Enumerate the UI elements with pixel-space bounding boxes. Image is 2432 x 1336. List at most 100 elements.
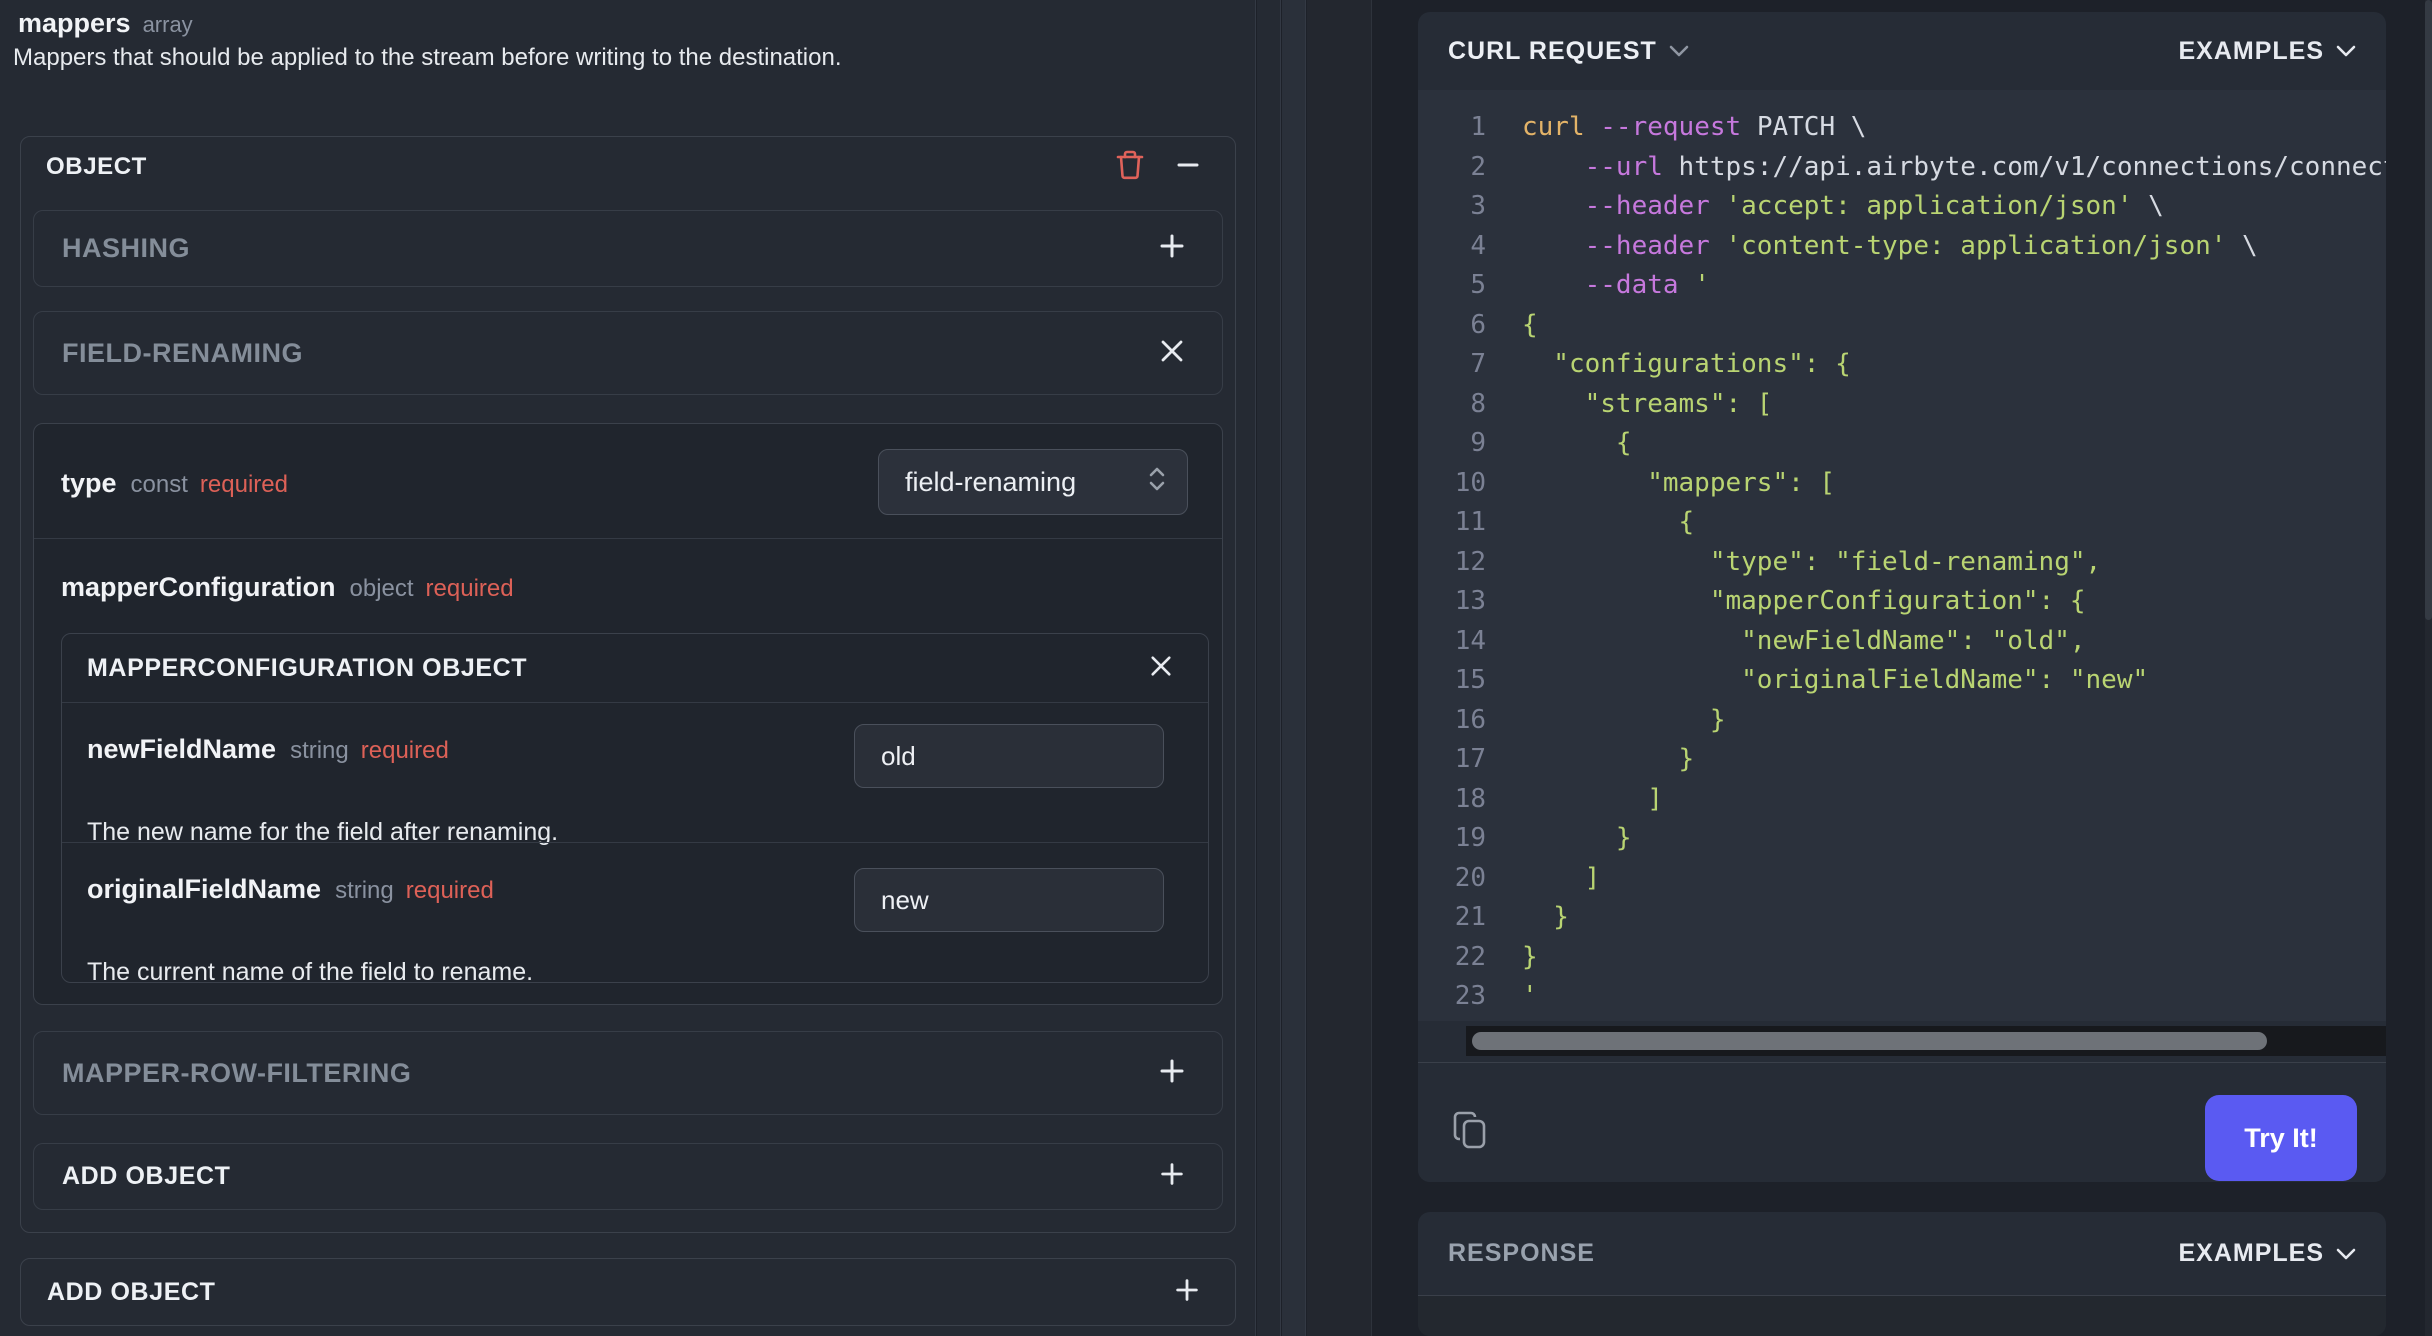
minus-icon (1174, 151, 1202, 184)
left-scroll-gutter (1257, 0, 1281, 1336)
object-header-label: OBJECT (46, 153, 147, 180)
code-line: 9 { (1470, 428, 1632, 458)
add-object-outer-label: ADD OBJECT (47, 1277, 216, 1306)
language-selector[interactable]: CURL REQUEST (1448, 37, 1689, 66)
mapper-configuration-name: mapperConfiguration (61, 572, 336, 602)
api-docs-screen: mappers array Mappers that should be appl… (0, 0, 2432, 1336)
page-scrollbar-thumb[interactable] (2425, 0, 2432, 620)
response-examples-dropdown[interactable]: EXAMPLES (2178, 1239, 2356, 1268)
response-header: RESPONSE EXAMPLES (1418, 1212, 2386, 1295)
property-heading: mappers array (18, 8, 193, 39)
new-field-name-kind: string (290, 737, 349, 764)
request-examples-dropdown[interactable]: EXAMPLES (2178, 37, 2356, 66)
mapper-configuration-required-badge: required (425, 575, 514, 602)
copy-code-button[interactable] (1452, 1109, 1492, 1160)
mapper-configuration-labels: mapperConfiguration object required (61, 572, 514, 603)
plus-icon (1157, 231, 1187, 266)
add-object-inner[interactable]: ADD OBJECT (33, 1143, 1223, 1210)
request-examples-label: EXAMPLES (2178, 36, 2324, 65)
page-scrollbar[interactable] (2425, 0, 2432, 1336)
add-object-inner-label: ADD OBJECT (62, 1162, 231, 1190)
curl-request-header: CURL REQUEST EXAMPLES (1418, 12, 2386, 90)
close-mapper-configuration-button[interactable] (1139, 646, 1183, 690)
left-scrollbar[interactable] (1282, 0, 1306, 1336)
property-name: mappers (18, 8, 131, 38)
chevron-down-icon (2336, 1248, 2356, 1260)
section-mapper-row-filtering[interactable]: MAPPER-ROW-FILTERING (33, 1031, 1223, 1115)
plus-icon (1157, 1056, 1187, 1091)
try-it-button[interactable]: Try It! (2205, 1095, 2357, 1181)
code-line: 18 ] (1454, 783, 1663, 814)
type-row: type const required field-renaming (34, 424, 1222, 538)
code-line: 11 { (1454, 507, 1695, 537)
code-line: 2 --url https://api.airbyte.com/v1/conne… (1470, 151, 2386, 182)
code-line: 22} (1454, 941, 1538, 972)
curl-code-block[interactable]: 1 curl --request PATCH \ 2 --url https://a… (1418, 90, 2386, 1021)
section-field-renaming-header[interactable]: FIELD-RENAMING (33, 311, 1223, 395)
section-hashing[interactable]: HASHING (33, 210, 1223, 287)
section-mapper-row-filtering-label: MAPPER-ROW-FILTERING (62, 1057, 412, 1088)
type-select-value: field-renaming (905, 466, 1077, 497)
select-arrows-icon (1147, 464, 1167, 501)
type-required-badge: required (199, 471, 288, 498)
code-line: 5 --data ' (1470, 270, 1710, 300)
add-object-inner-button[interactable] (1150, 1155, 1194, 1199)
close-field-renaming-button[interactable] (1150, 331, 1194, 375)
new-field-name-input[interactable]: old (854, 724, 1164, 788)
code-line: 12 "type": "field-renaming", (1454, 546, 2102, 577)
curl-request-title: CURL REQUEST (1448, 36, 1657, 65)
new-field-name-value: old (881, 740, 916, 771)
mapper-configuration-object-box: MAPPERCONFIGURATION OBJECT newFieldName s… (61, 633, 1209, 986)
code-hscroll-thumb[interactable] (1472, 1032, 2267, 1050)
code-line: 4 --header 'content-type: application/js… (1470, 230, 2258, 261)
chevron-down-icon (2336, 45, 2356, 57)
code-line: 14 "newFieldName": "old", (1454, 625, 2086, 656)
expand-mapper-row-filtering-button[interactable] (1150, 1051, 1194, 1095)
type-select[interactable]: field-renaming (878, 449, 1188, 515)
trash-icon (1115, 149, 1145, 186)
add-object-outer-button[interactable] (1165, 1270, 1209, 1314)
code-line: 1 curl --request PATCH \ (1470, 112, 1867, 142)
curl-request-panel: CURL REQUEST EXAMPLES 1 curl --request PA… (1418, 12, 2386, 1182)
expand-hashing-button[interactable] (1150, 227, 1194, 271)
column-gap (1307, 0, 1372, 1336)
new-field-name-row: newFieldName string required The new name … (62, 702, 1208, 846)
delete-object-button[interactable] (1108, 145, 1152, 189)
chevron-down-icon (1669, 45, 1689, 57)
response-panel: RESPONSE EXAMPLES (1418, 1212, 2386, 1336)
code-hscroll-track (1466, 1026, 2386, 1056)
curl-panel-footer: Try It! (1418, 1062, 2386, 1182)
type-name: type (61, 468, 117, 498)
mapper-configuration-object-title: MAPPERCONFIGURATION OBJECT (87, 653, 528, 682)
property-description: Mappers that should be applied to the st… (13, 44, 842, 71)
code-line: 21 } (1454, 902, 1569, 932)
code-lines: 1 curl --request PATCH \ 2 --url https://a… (1418, 108, 2386, 1017)
code-line: 10 "mappers": [ (1454, 467, 1836, 498)
original-field-name-label: originalFieldName (87, 874, 322, 904)
code-line: 13 "mapperConfiguration": { (1454, 586, 2086, 616)
schema-form-column: mappers array Mappers that should be appl… (0, 0, 1256, 1336)
code-line: 20 ] (1454, 862, 1601, 893)
collapse-object-button[interactable] (1166, 145, 1210, 189)
code-line: 16 } (1454, 704, 1726, 735)
original-field-name-required-badge: required (405, 877, 494, 904)
type-row-labels: type const required (61, 468, 288, 499)
plus-icon (1158, 1160, 1186, 1193)
code-line: 17 } (1454, 744, 1695, 774)
new-field-name-required-badge: required (360, 737, 449, 764)
code-line: 23 ' (1454, 981, 1538, 1011)
code-line: 8 "streams": [ (1470, 388, 1773, 419)
property-type: array (142, 12, 193, 37)
original-field-name-description: The current name of the field to rename. (87, 958, 534, 986)
response-body (1418, 1295, 2386, 1336)
mapper-configuration-kind: object (349, 575, 414, 602)
response-title: RESPONSE (1448, 1239, 1595, 1267)
type-kind: const (130, 471, 188, 498)
close-icon (1149, 654, 1173, 683)
response-examples-label: EXAMPLES (2178, 1239, 2324, 1267)
mapper-configuration-object-header: MAPPERCONFIGURATION OBJECT (62, 634, 1208, 702)
original-field-name-row: originalFieldName string required The curr… (62, 842, 1208, 986)
original-field-name-input[interactable]: new (854, 868, 1164, 932)
field-renaming-content: type const required field-renaming mapperC… (33, 423, 1223, 1005)
add-object-outer[interactable]: ADD OBJECT (20, 1258, 1236, 1326)
